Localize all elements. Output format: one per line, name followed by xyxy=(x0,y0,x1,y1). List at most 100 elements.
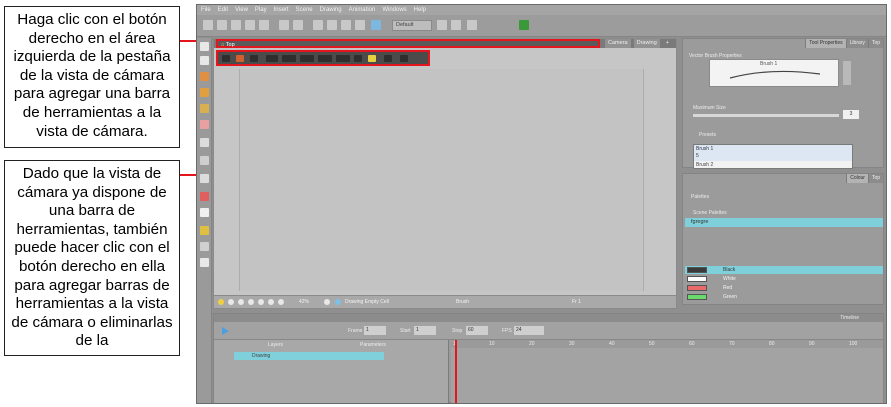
select-tool-icon[interactable] xyxy=(200,42,209,51)
stroke-wide-icon[interactable] xyxy=(318,55,332,62)
camera-stage[interactable] xyxy=(239,69,644,291)
ruler-label: 80 xyxy=(769,341,775,347)
brush-item-1-size: 5 xyxy=(696,153,699,159)
menu-play[interactable]: Play xyxy=(255,7,267,13)
import-icon[interactable] xyxy=(259,20,269,30)
timeline-frames[interactable]: 1 10 20 30 40 50 60 70 80 90 100 xyxy=(451,340,883,403)
timeline-title[interactable]: Timeline xyxy=(840,315,859,321)
frame-field[interactable]: 1 xyxy=(364,326,386,335)
onion-skin-icon[interactable] xyxy=(228,299,234,305)
save-icon[interactable] xyxy=(231,20,241,30)
render-icon[interactable] xyxy=(278,299,284,305)
brush-item-1[interactable]: Brush 1 5 xyxy=(694,145,852,161)
start-field[interactable]: 1 xyxy=(414,326,436,335)
grid-status-icon[interactable] xyxy=(268,299,274,305)
redo-icon[interactable] xyxy=(293,20,303,30)
menu-windows[interactable]: Windows xyxy=(382,7,406,13)
add-view-icon[interactable]: + xyxy=(663,39,672,48)
text-tool-icon[interactable] xyxy=(200,138,209,147)
contour-editor-icon[interactable] xyxy=(200,56,209,65)
grid-icon[interactable] xyxy=(222,55,230,62)
brush-preset-preview[interactable]: Brush 1 xyxy=(709,59,839,87)
menu-drawing[interactable]: Drawing xyxy=(320,7,342,13)
stop-field[interactable]: 60 xyxy=(466,326,488,335)
layer-row-drawing[interactable]: Drawing xyxy=(234,352,384,360)
menu-help[interactable]: Help xyxy=(414,7,426,13)
palette-name: fgregre xyxy=(691,219,709,225)
stroke-medium-icon[interactable] xyxy=(282,55,296,62)
save-as-icon[interactable] xyxy=(245,20,255,30)
colour-swatch-row[interactable]: Black xyxy=(685,266,883,274)
stroke-heavy-icon[interactable] xyxy=(336,55,350,62)
colour-swatch-row[interactable]: Green xyxy=(685,293,883,301)
workspace-manager-icon[interactable] xyxy=(451,20,461,30)
pencil-tool-icon[interactable] xyxy=(200,88,209,97)
cutter-tool-icon[interactable] xyxy=(200,174,209,183)
pen-icon[interactable] xyxy=(236,55,244,62)
menu-view[interactable]: View xyxy=(235,7,248,13)
hand-tool-icon[interactable] xyxy=(200,208,209,217)
tab-drawing[interactable]: Drawing xyxy=(633,39,660,48)
fps-field[interactable]: 24 xyxy=(514,326,544,335)
paint-tool-icon[interactable] xyxy=(200,104,209,113)
bulb-icon[interactable] xyxy=(368,55,376,62)
preset-arrow-button[interactable] xyxy=(843,61,851,85)
line-icon[interactable] xyxy=(250,55,258,62)
eraser-tool-icon[interactable] xyxy=(200,120,209,129)
spline-tool-icon[interactable] xyxy=(200,258,209,267)
tab-camera[interactable]: Camera xyxy=(605,39,631,48)
palettes-label: Palettes xyxy=(691,194,710,200)
bulb-status-icon[interactable] xyxy=(218,299,224,305)
cut-icon[interactable] xyxy=(313,20,323,30)
safe-area-icon[interactable] xyxy=(248,299,254,305)
reset-view-icon[interactable] xyxy=(324,299,330,305)
tab-top[interactable]: Top xyxy=(867,39,883,48)
camera-view-toolbar[interactable] xyxy=(216,50,430,66)
copy-icon[interactable] xyxy=(327,20,337,30)
palette-row[interactable]: fgregre xyxy=(685,218,883,227)
delete-icon[interactable] xyxy=(355,20,365,30)
undo-icon[interactable] xyxy=(279,20,289,30)
menu-file[interactable]: File xyxy=(201,7,211,13)
menu-animation[interactable]: Animation xyxy=(349,7,376,13)
colour-swatch-row[interactable]: Red xyxy=(685,284,883,292)
stroke-thick-icon[interactable] xyxy=(300,55,314,62)
workspace-layout-select[interactable]: Default xyxy=(392,20,432,31)
menu-edit[interactable]: Edit xyxy=(218,7,228,13)
tab-library[interactable]: Library xyxy=(845,39,868,48)
light-table-icon[interactable] xyxy=(238,299,244,305)
camera-tab-left-area[interactable]: ⌂ Top xyxy=(216,39,600,48)
tab-tool-properties[interactable]: Tool Properties xyxy=(805,39,846,48)
workspace-save-icon[interactable] xyxy=(437,20,447,30)
stroke-thin-icon[interactable] xyxy=(266,55,278,62)
magnifier-icon[interactable] xyxy=(354,55,362,62)
reset-rotate-icon[interactable] xyxy=(400,55,408,62)
zoom-tool-icon[interactable] xyxy=(200,242,209,251)
scene-palettes-label: Scene Palettes xyxy=(693,210,727,216)
dropper-tool-icon[interactable] xyxy=(200,192,209,201)
paste-icon[interactable] xyxy=(341,20,351,30)
brush-tool-icon[interactable] xyxy=(200,72,209,81)
lock-icon[interactable] xyxy=(258,299,264,305)
open-icon[interactable] xyxy=(217,20,227,30)
rotate-view-icon[interactable] xyxy=(200,226,209,235)
preview-icon[interactable] xyxy=(371,20,381,30)
maximum-size-slider[interactable] xyxy=(693,114,839,117)
reset-pan-icon[interactable] xyxy=(384,55,392,62)
menu-insert[interactable]: Insert xyxy=(274,7,289,13)
extras-icon[interactable] xyxy=(467,20,477,30)
brush-item-2-name[interactable]: Brush 2 xyxy=(696,162,713,168)
new-scene-icon[interactable] xyxy=(203,20,213,30)
ruler-label: 20 xyxy=(529,341,535,347)
menu-scene[interactable]: Scene xyxy=(296,7,313,13)
maximum-size-field[interactable]: 3 xyxy=(843,110,859,119)
ruler-label: 10 xyxy=(489,341,495,347)
playhead[interactable] xyxy=(455,340,457,403)
current-drawing-status: Drawing Empty Cell xyxy=(345,299,389,305)
play-icon[interactable] xyxy=(222,327,229,335)
shape-tool-icon[interactable] xyxy=(200,156,209,165)
colour-swatch-row[interactable]: White xyxy=(685,275,883,283)
tab-colour-top[interactable]: Top xyxy=(867,174,883,183)
zoom-level[interactable]: 42% xyxy=(299,299,309,305)
tab-colour[interactable]: Colour xyxy=(846,174,868,183)
